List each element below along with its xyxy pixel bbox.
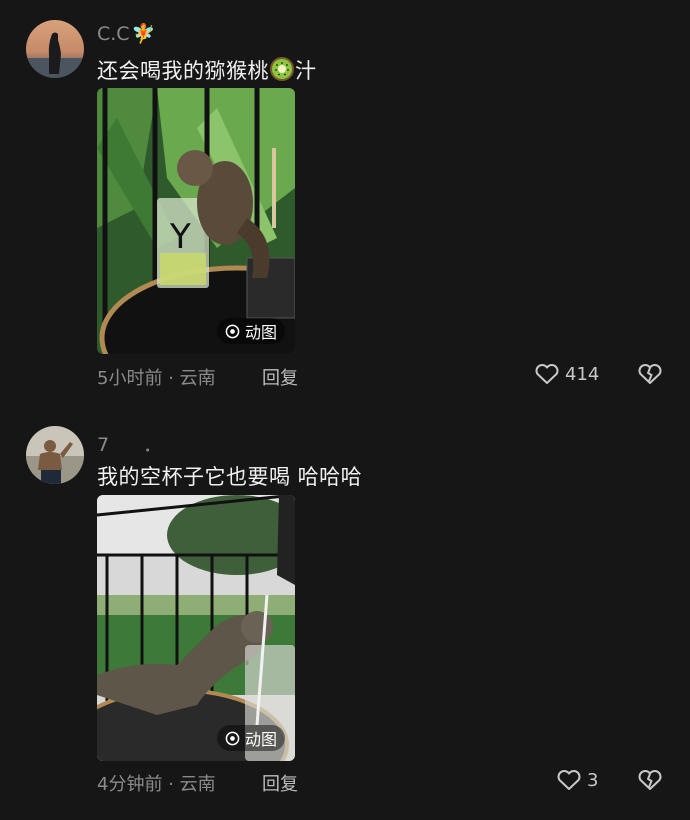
broken-heart-icon [638, 364, 662, 384]
comment-text: 还会喝我的猕猴桃 汁 [97, 55, 317, 87]
dislike-button[interactable] [637, 362, 663, 386]
username[interactable]: 7 ． [97, 430, 162, 457]
fairy-emoji-icon: 🧚 [131, 23, 156, 45]
username-text: C.C [97, 23, 130, 45]
reply-button[interactable]: 回复 [262, 770, 298, 796]
gif-badge-label: 动图 [244, 323, 277, 342]
username[interactable]: C.C 🧚 [97, 22, 155, 45]
meta-separator: · [168, 368, 174, 389]
comment-text: 我的空杯子它也要喝 哈哈哈 [97, 461, 362, 491]
gif-play-icon [225, 324, 240, 338]
gif-badge: 动图 [216, 725, 285, 751]
avatar[interactable] [26, 20, 84, 78]
like-count: 414 [565, 363, 600, 385]
username-text: 7 [97, 434, 110, 456]
squirrel-image [97, 495, 295, 761]
avatar[interactable] [26, 426, 84, 484]
heart-outline-icon [535, 364, 559, 384]
comment-text-main: 我的空杯子它也要喝 哈哈哈 [97, 465, 363, 489]
comment-meta: 4分钟前 · 云南 [97, 770, 216, 796]
comment-time: 5小时前 [97, 368, 163, 389]
heart-outline-icon [557, 770, 581, 790]
comment-time: 4分钟前 [97, 774, 163, 795]
like-button[interactable]: 3 [556, 768, 598, 792]
username-extra: ． [143, 434, 163, 456]
broken-heart-icon [638, 770, 662, 790]
gif-play-icon [225, 731, 240, 745]
gif-badge-label: 动图 [244, 730, 277, 749]
avatar-image [26, 426, 84, 484]
gif-badge: 动图 [216, 318, 285, 344]
gif-media[interactable]: Y 动图 [97, 88, 295, 354]
comment-meta: 5小时前 · 云南 [97, 364, 216, 390]
like-button[interactable]: 414 [534, 362, 599, 386]
kiwi-emoji-icon [269, 56, 295, 87]
dislike-button[interactable] [637, 768, 663, 792]
meta-separator: · [168, 774, 174, 795]
like-count: 3 [587, 769, 599, 791]
gif-media[interactable]: 动图 [97, 495, 295, 761]
comment-location: 云南 [179, 368, 216, 389]
comment-location: 云南 [179, 774, 216, 795]
svg-text:Y: Y [169, 217, 191, 257]
reply-button[interactable]: 回复 [262, 364, 298, 390]
avatar-image [26, 20, 84, 78]
squirrel-image: Y [97, 88, 295, 354]
comment-text-suffix: 汁 [295, 59, 317, 83]
comment-text-main: 还会喝我的猕猴桃 [97, 59, 269, 83]
